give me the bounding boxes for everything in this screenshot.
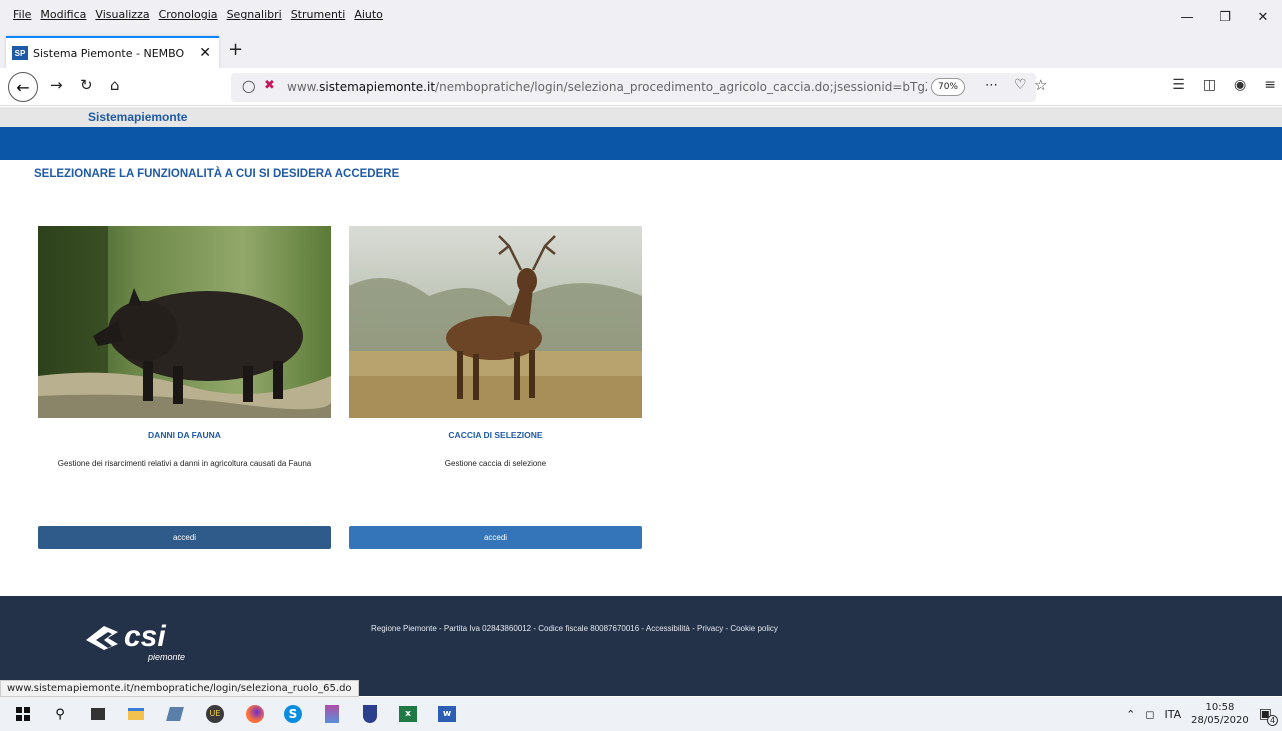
svg-text:csi: csi	[124, 620, 166, 653]
menu-visualizza[interactable]: Visualizza	[95, 8, 149, 21]
notification-count: 4	[1267, 715, 1278, 726]
tab-title: Sistema Piemonte - NEMBO	[33, 46, 185, 60]
back-icon[interactable]: ←	[8, 72, 38, 102]
close-window-icon[interactable]: ✕	[1244, 0, 1282, 34]
favicon-icon: SP	[12, 46, 28, 60]
tracking-shield-icon[interactable]: ◯	[242, 79, 255, 93]
clock[interactable]: 10:58 28/05/2020	[1191, 701, 1249, 727]
new-tab-icon[interactable]: +	[228, 39, 243, 60]
svg-text:piemonte: piemonte	[147, 652, 185, 662]
menu-segnalibri[interactable]: Segnalibri	[227, 8, 282, 21]
csi-piemonte-logo: csi piemonte	[78, 610, 208, 666]
window-controls: — ❐ ✕	[1168, 0, 1282, 34]
app-icon[interactable]	[165, 704, 185, 724]
red-deer-photo	[349, 226, 642, 418]
site-brand-link[interactable]: Sistemapiemonte	[88, 110, 187, 124]
menu-strumenti[interactable]: Strumenti	[291, 8, 346, 21]
url-text[interactable]: www.sistemapiemonte.it/nembopratiche/log…	[287, 80, 927, 94]
notification-icon[interactable]: ▣ 4	[1259, 706, 1278, 726]
menu-aiuto[interactable]: Aiuto	[354, 8, 383, 21]
windows-taskbar: ⚲ UE S x w ⌃ ◻ ITA 10:58 28/05/2020 ▣ 4	[0, 697, 1282, 731]
home-icon[interactable]: ⌂	[110, 76, 120, 94]
forward-icon[interactable]: →	[50, 76, 63, 94]
system-tray: ⌃ ◻ ITA 10:58 28/05/2020 ▣ 4	[1126, 697, 1282, 731]
clock-time: 10:58	[1205, 702, 1235, 713]
close-tab-icon[interactable]: ✕	[199, 45, 211, 61]
task-view-icon[interactable]	[88, 704, 108, 724]
insecure-connection-icon[interactable]: ✖	[264, 78, 275, 93]
browser-menubar: File Modifica Visualizza Cronologia Segn…	[0, 0, 1282, 34]
menu-file[interactable]: File	[13, 8, 31, 21]
site-header: Sistemapiemonte	[0, 107, 1282, 127]
excel-icon[interactable]: x	[398, 704, 418, 724]
search-icon[interactable]: ⚲	[50, 704, 70, 724]
library-icon[interactable]: ☰	[1172, 77, 1185, 93]
reload-icon[interactable]: ↻	[80, 76, 93, 94]
zoom-indicator[interactable]: 70%	[931, 78, 965, 96]
security-app-icon[interactable]	[360, 704, 380, 724]
account-icon[interactable]: ◉	[1234, 77, 1246, 93]
skype-icon[interactable]: S	[283, 704, 303, 724]
status-bar-url: www.sistemapiemonte.it/nembopratiche/log…	[0, 680, 359, 697]
page-title: SELEZIONARE LA FUNZIONALITÀ A CUI SI DES…	[34, 168, 400, 180]
accedi-caccia-di-selezione-button[interactable]: accedi	[349, 526, 642, 549]
card-danni-da-fauna: DANNI DA FAUNA Gestione dei risarcimenti…	[38, 226, 331, 470]
card-description: Gestione caccia di selezione	[444, 459, 547, 468]
media-app-icon[interactable]: UE	[205, 704, 225, 724]
nav-toolbar: ← → ↻ ⌂ ◯ ✖ www.sistemapiemonte.it/nembo…	[0, 68, 1282, 106]
windows-start-icon[interactable]	[13, 704, 33, 724]
sidebar-icon[interactable]: ◫	[1203, 77, 1216, 93]
menu-modifica[interactable]: Modifica	[40, 8, 86, 21]
archive-app-icon[interactable]	[322, 704, 342, 724]
hamburger-menu-icon[interactable]: ≡	[1264, 77, 1276, 93]
address-bar[interactable]: ◯ ✖ www.sistemapiemonte.it/nembopratiche…	[231, 73, 1047, 102]
header-blue-bar	[0, 127, 1282, 160]
card-title: CACCIA DI SELEZIONE	[448, 430, 543, 440]
tab-strip: SP Sistema Piemonte - NEMBO ✕	[0, 34, 1282, 68]
card-caccia-di-selezione: CACCIA DI SELEZIONE Gestione caccia di s…	[349, 226, 642, 470]
wild-boar-photo	[38, 226, 331, 418]
menu-cronologia[interactable]: Cronologia	[159, 8, 218, 21]
footer-legal-links[interactable]: Regione Piemonte - Partita Iva 028438600…	[371, 624, 778, 633]
accedi-danni-da-fauna-button[interactable]: accedi	[38, 526, 331, 549]
toolbar-right: ☰ ◫ ◉ ≡	[1172, 77, 1282, 93]
firefox-icon[interactable]	[245, 704, 265, 724]
wifi-icon[interactable]: ◻	[1145, 708, 1154, 721]
card-description: Gestione dei risarcimenti relativi a dan…	[57, 459, 312, 468]
word-icon[interactable]: w	[437, 704, 457, 724]
language-indicator[interactable]: ITA	[1164, 708, 1181, 721]
tab-sistema-piemonte[interactable]: SP Sistema Piemonte - NEMBO ✕	[6, 36, 219, 68]
menu-items: File Modifica Visualizza Cronologia Segn…	[13, 8, 383, 21]
chevron-up-icon[interactable]: ⌃	[1126, 708, 1135, 721]
page-actions-icon[interactable]: ⋯	[985, 78, 999, 93]
restore-icon[interactable]: ❐	[1206, 0, 1244, 34]
bookmark-star-icon[interactable]: ☆	[1034, 76, 1047, 94]
clock-date: 28/05/2020	[1191, 715, 1249, 726]
minimize-icon[interactable]: —	[1168, 0, 1206, 34]
pocket-icon[interactable]: ♡	[1014, 77, 1027, 93]
card-title: DANNI DA FAUNA	[148, 430, 221, 440]
file-explorer-icon[interactable]	[126, 704, 146, 724]
